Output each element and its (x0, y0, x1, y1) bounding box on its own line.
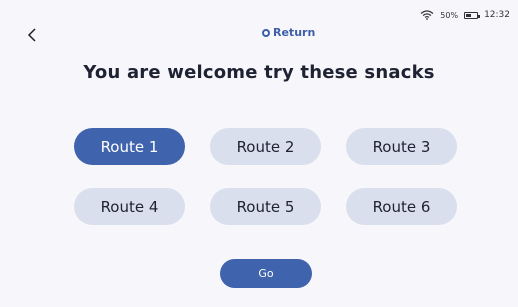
return-label: Return (273, 26, 316, 39)
route-grid: Route 1 Route 2 Route 3 Route 4 Route 5 … (74, 128, 457, 225)
return-icon (262, 28, 270, 37)
battery-icon (464, 11, 481, 19)
go-button[interactable]: Go (220, 259, 312, 288)
battery-percent: 50% (440, 10, 459, 20)
route-button-3[interactable]: Route 3 (346, 128, 457, 165)
back-button[interactable] (22, 25, 42, 45)
wifi-icon (420, 10, 434, 20)
route-button-6[interactable]: Route 6 (346, 188, 457, 225)
route-button-1[interactable]: Route 1 (74, 128, 185, 165)
status-bar: 50% 12:32 (420, 8, 510, 22)
clock: 12:32 (484, 10, 510, 20)
route-button-5[interactable]: Route 5 (210, 188, 321, 225)
screen: 50% 12:32 Return You are welcome try the… (0, 0, 518, 307)
return-link[interactable]: Return (262, 26, 315, 39)
chevron-left-icon (27, 28, 36, 42)
page-title: You are welcome try these snacks (83, 62, 435, 83)
route-button-4[interactable]: Route 4 (74, 188, 185, 225)
route-button-2[interactable]: Route 2 (210, 128, 321, 165)
